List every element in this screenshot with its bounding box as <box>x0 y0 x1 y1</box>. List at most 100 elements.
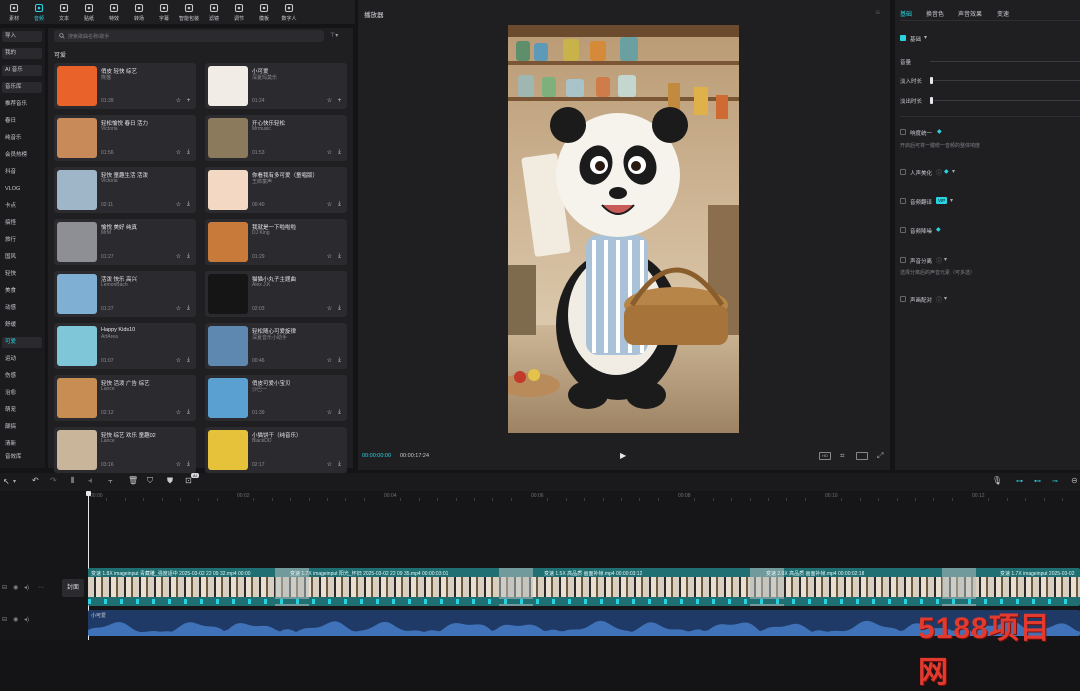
shield-icon[interactable]: ⛊ <box>167 476 173 486</box>
tool-adjust[interactable]: 调节 <box>227 2 251 22</box>
tool-effects[interactable]: 特效 <box>102 2 126 22</box>
category-item[interactable]: 治愈 <box>2 388 42 399</box>
tab-3[interactable]: 变速 <box>997 9 1009 18</box>
zoom-out-icon[interactable]: ⊖ <box>1071 476 1078 485</box>
download-icon[interactable]: ⤓ <box>185 253 192 260</box>
denoise-checkbox[interactable] <box>900 227 906 233</box>
category-item[interactable]: VLOG <box>2 184 42 195</box>
favorite-icon[interactable]: ☆ <box>326 97 333 104</box>
category-item[interactable]: 萌宠 <box>2 405 42 416</box>
category-item[interactable]: 可爱 <box>2 337 42 348</box>
basic-checkbox[interactable] <box>900 35 906 41</box>
category-item[interactable]: 美食 <box>2 286 42 297</box>
microphone-icon[interactable]: 🎙 <box>992 476 1002 485</box>
info-icon[interactable]: ⓘ <box>936 295 942 304</box>
select-cursor-icon[interactable]: ↖ <box>3 477 10 486</box>
music-card[interactable]: 轻快 童趣生活 活泼 Victoria 02:11 ☆ ⤓ <box>54 167 196 213</box>
separate-checkbox[interactable] <box>900 257 906 263</box>
favorite-icon[interactable]: ☆ <box>326 409 333 416</box>
tool-media[interactable]: 素材 <box>2 2 26 22</box>
category-item[interactable]: 国风 <box>2 252 42 263</box>
favorite-icon[interactable]: ☆ <box>175 149 182 156</box>
split-left-icon[interactable]: ⫞ <box>88 476 92 486</box>
eye-icon[interactable]: ◉ <box>13 616 18 623</box>
music-card[interactable]: 俏皮可爱小宝贝 沙巴一 01:39 ☆ ⤓ <box>205 375 347 421</box>
split-right-icon[interactable]: ⫟ <box>108 476 113 486</box>
tool-text[interactable]: 文本 <box>52 2 76 22</box>
favorite-icon[interactable]: ☆ <box>175 357 182 364</box>
undo-icon[interactable]: ↶ <box>32 476 39 485</box>
download-icon[interactable]: ⤓ <box>336 149 343 156</box>
tool-transition[interactable]: 转场 <box>127 2 151 22</box>
download-icon[interactable]: ⤓ <box>185 357 192 364</box>
download-icon[interactable]: ⤓ <box>185 201 192 208</box>
music-card[interactable]: 轻快 活泼 广告 综艺 Lance 02:12 ☆ ⤓ <box>54 375 196 421</box>
chevron-down-icon[interactable]: ▾ <box>13 478 16 485</box>
preview-axis-icon[interactable]: ⊸ <box>1052 477 1064 485</box>
music-card[interactable]: 轻快 综艺 欢乐 童趣02 Lance 03:16 ☆ ⤓ <box>54 427 196 473</box>
category-item[interactable]: 我的 <box>2 48 42 59</box>
search-input[interactable]: 搜索歌曲名称/歌手 <box>54 30 324 42</box>
category-item[interactable]: 导入 <box>2 31 42 42</box>
category-item[interactable]: 颠搞 <box>2 422 42 433</box>
tool-template[interactable]: 模板 <box>252 2 276 22</box>
download-icon[interactable]: ⤓ <box>336 253 343 260</box>
music-card[interactable]: 俏皮 轻快 综艺 熊猫 01:39 ☆ + <box>54 63 196 109</box>
fullscreen-icon[interactable]: ⤢ <box>877 451 883 461</box>
favorite-icon[interactable]: ☆ <box>326 201 333 208</box>
favorite-icon[interactable]: ☆ <box>326 305 333 312</box>
play-icon[interactable]: ▶ <box>620 451 626 460</box>
download-icon[interactable]: ⤓ <box>185 461 192 468</box>
category-item[interactable]: 推荐音乐 <box>2 99 42 110</box>
category-item[interactable]: 轻快 <box>2 269 42 280</box>
download-icon[interactable]: ⤓ <box>185 305 192 312</box>
favorite-icon[interactable]: ☆ <box>175 253 182 260</box>
more-icon[interactable]: ⋯ <box>38 584 44 591</box>
fade-in-handle[interactable] <box>930 77 933 84</box>
favorite-icon[interactable]: ☆ <box>326 357 333 364</box>
favorite-icon[interactable]: ☆ <box>175 201 182 208</box>
tool-sticker[interactable]: 贴纸 <box>77 2 101 22</box>
download-icon[interactable]: ⤓ <box>336 357 343 364</box>
speaker-icon[interactable]: ◂) <box>24 584 29 591</box>
ratio-icon[interactable] <box>856 452 868 460</box>
quality-icon[interactable]: HD <box>819 452 831 460</box>
category-item[interactable]: 伤感 <box>2 371 42 382</box>
music-card[interactable]: 轻松愉悦 春日 活力 Victoria 01:56 ☆ ⤓ <box>54 115 196 161</box>
download-icon[interactable]: ⤓ <box>336 305 343 312</box>
favorite-icon[interactable]: ☆ <box>326 461 333 468</box>
favorite-icon[interactable]: ☆ <box>175 409 182 416</box>
favorite-icon[interactable]: ☆ <box>175 97 182 104</box>
menu-icon[interactable]: ≡ <box>875 8 880 17</box>
chevron-down-icon[interactable]: ▾ <box>944 295 947 302</box>
eye-icon[interactable]: ◉ <box>13 584 18 591</box>
tab-0[interactable]: 基础 <box>900 9 912 18</box>
speaker-icon[interactable]: ◂) <box>24 616 29 623</box>
info-icon[interactable]: ⓘ <box>936 168 942 177</box>
time-ruler[interactable]: 00:00 00:02 00:04 00:06 00:08 00:10 00:12 <box>88 491 1080 501</box>
add-icon[interactable]: + <box>336 97 343 104</box>
link-icon[interactable]: ⊶ <box>1016 477 1028 485</box>
volume-slider[interactable] <box>930 61 1080 62</box>
fade-out-handle[interactable] <box>930 97 933 104</box>
tool-avatar[interactable]: 数字人 <box>277 2 301 22</box>
tool-filter[interactable]: 滤镜 <box>202 2 226 22</box>
music-card[interactable]: 小猫饼干（纯音乐） BlackDD 02:17 ☆ ⤓ <box>205 427 347 473</box>
music-card[interactable]: 愉悦 美好 纯真 MrM 01:27 ☆ ⤓ <box>54 219 196 265</box>
category-item[interactable]: 卡点 <box>2 201 42 212</box>
category-item[interactable]: 动感 <box>2 303 42 314</box>
category-item[interactable]: 纯音乐 <box>2 133 42 144</box>
tab-2[interactable]: 声音效果 <box>958 9 982 18</box>
music-card[interactable]: Happy Kids10 ArtArea 01:07 ☆ ⤓ <box>54 323 196 369</box>
mask-icon[interactable]: ⛉ <box>147 476 153 486</box>
fade-in-slider[interactable] <box>930 80 1080 81</box>
tool-caption[interactable]: 字幕 <box>152 2 176 22</box>
match-checkbox[interactable] <box>900 296 906 302</box>
category-item[interactable]: 春日 <box>2 116 42 127</box>
favorite-icon[interactable]: ☆ <box>175 305 182 312</box>
category-item[interactable]: 清新 <box>2 439 42 450</box>
music-card[interactable]: 开心快乐轻松 Mrmusic 01:53 ☆ ⤓ <box>205 115 347 161</box>
music-card[interactable]: 你看我有多可爱（童唱版） 王郎童声 00:40 ☆ ⤓ <box>205 167 347 213</box>
loudness-checkbox[interactable] <box>900 129 906 135</box>
enhance-checkbox[interactable] <box>900 169 906 175</box>
